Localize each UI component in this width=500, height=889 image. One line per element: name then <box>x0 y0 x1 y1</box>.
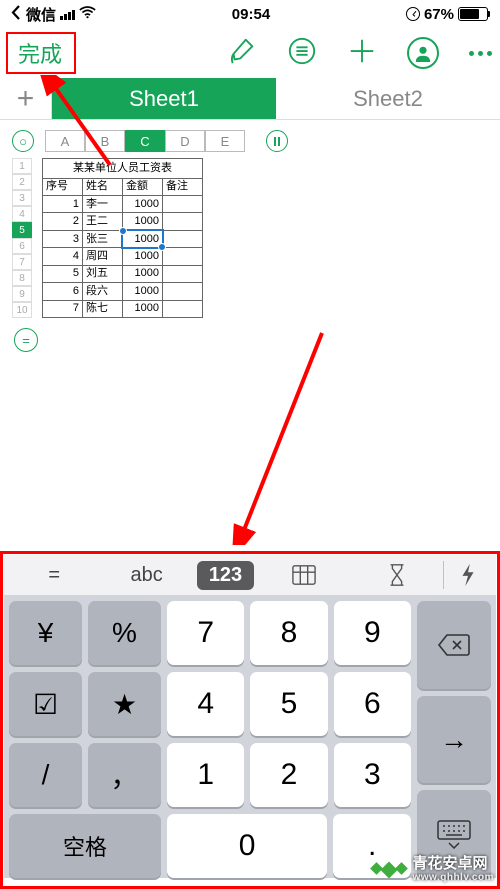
toggle-left-icon[interactable]: ○ <box>12 130 34 152</box>
paint-brush-icon[interactable] <box>227 36 257 71</box>
col-D[interactable]: D <box>165 130 205 152</box>
key-yen[interactable]: ¥ <box>9 601 82 665</box>
row-7[interactable]: 7 <box>12 254 32 270</box>
key-space[interactable]: 空格 <box>9 814 161 878</box>
data-table[interactable]: 某某单位人员工资表 序号 姓名 金额 备注 1李一1000 2王二1000 3张… <box>42 158 203 318</box>
kbd-equals[interactable]: = <box>8 564 100 587</box>
tab-sheet1[interactable]: Sheet1 <box>52 78 276 119</box>
battery-label: 67% <box>424 6 454 23</box>
key-5[interactable]: 5 <box>250 672 327 736</box>
profile-icon[interactable] <box>407 37 439 69</box>
row-2[interactable]: 2 <box>12 174 32 190</box>
key-comma[interactable]: ， <box>88 743 161 807</box>
key-2[interactable]: 2 <box>250 743 327 807</box>
key-0[interactable]: 0 <box>167 814 327 878</box>
kbd-abc[interactable]: abc <box>100 564 192 587</box>
col-C[interactable]: C <box>125 130 165 152</box>
row-10[interactable]: 10 <box>12 302 32 318</box>
key-slash[interactable]: / <box>9 743 82 807</box>
row-8[interactable]: 8 <box>12 270 32 286</box>
row-4[interactable]: 4 <box>12 206 32 222</box>
key-3[interactable]: 3 <box>334 743 411 807</box>
more-icon[interactable] <box>469 51 492 56</box>
done-button[interactable]: 完成 <box>6 32 76 74</box>
watermark-url: www.qhhlv.com <box>412 873 494 883</box>
col-E[interactable]: E <box>205 130 245 152</box>
done-label: 完成 <box>18 42 62 67</box>
kbd-hourglass-icon[interactable] <box>351 563 443 587</box>
watermark: 青花安卓网 www.qhhlv.com <box>372 856 494 883</box>
tab-sheet2[interactable]: Sheet2 <box>276 78 500 119</box>
hdr-amount[interactable]: 金额 <box>123 178 163 195</box>
battery-icon <box>458 7 490 21</box>
row-6[interactable]: 6 <box>12 238 32 254</box>
signal-icon <box>60 8 75 20</box>
key-6[interactable]: 6 <box>334 672 411 736</box>
watermark-logo-icon <box>372 864 406 876</box>
key-9[interactable]: 9 <box>334 601 411 665</box>
col-B[interactable]: B <box>85 130 125 152</box>
kbd-123[interactable]: 123 <box>197 561 254 590</box>
clock-icon <box>406 7 420 21</box>
add-sheet-button[interactable]: + <box>0 78 52 119</box>
back-chevron-icon <box>10 5 22 24</box>
key-7[interactable]: 7 <box>167 601 244 665</box>
key-arrow[interactable]: → <box>417 696 491 784</box>
formula-icon[interactable]: = <box>14 328 38 352</box>
wifi-icon <box>79 6 96 23</box>
toggle-right-icon[interactable] <box>266 130 288 152</box>
status-bar: 微信 09:54 67% <box>0 0 500 28</box>
key-8[interactable]: 8 <box>250 601 327 665</box>
table-title[interactable]: 某某单位人员工资表 <box>43 159 203 179</box>
keypad: ¥ % ☑ ★ / ， 空格 7 8 9 <box>4 595 496 878</box>
time-label: 09:54 <box>232 6 270 23</box>
column-headers: ○ A B C D E <box>0 120 500 158</box>
row-5[interactable]: 5 <box>12 222 32 238</box>
key-star[interactable]: ★ <box>88 672 161 736</box>
annotation-arrow-2 <box>12 325 332 545</box>
kbd-table-icon[interactable] <box>258 563 350 587</box>
plus-icon[interactable] <box>347 36 377 71</box>
hdr-note[interactable]: 备注 <box>163 178 203 195</box>
spreadsheet-area[interactable]: 1 2 3 4 5 6 7 8 9 10 某某单位人员工资表 序号 姓名 金额 … <box>0 158 500 318</box>
row-3[interactable]: 3 <box>12 190 32 206</box>
key-4[interactable]: 4 <box>167 672 244 736</box>
kbd-lightning-icon[interactable] <box>444 563 492 587</box>
col-A[interactable]: A <box>45 130 85 152</box>
hdr-name[interactable]: 姓名 <box>83 178 123 195</box>
key-backspace[interactable] <box>417 601 491 689</box>
keyboard-panel: = abc 123 ¥ % ☑ ★ / ， <box>0 551 500 889</box>
carrier-label: 微信 <box>26 4 56 25</box>
list-icon[interactable] <box>287 36 317 71</box>
row-1[interactable]: 1 <box>12 158 32 174</box>
hdr-seq[interactable]: 序号 <box>43 178 83 195</box>
keyboard-toolbar: = abc 123 <box>4 555 496 595</box>
key-percent[interactable]: % <box>88 601 161 665</box>
watermark-title: 青花安卓网 <box>412 856 494 871</box>
key-1[interactable]: 1 <box>167 743 244 807</box>
sheet-tabs: + Sheet1 Sheet2 <box>0 78 500 120</box>
key-check[interactable]: ☑ <box>9 672 82 736</box>
toolbar: 完成 <box>0 28 500 78</box>
row-9[interactable]: 9 <box>12 286 32 302</box>
